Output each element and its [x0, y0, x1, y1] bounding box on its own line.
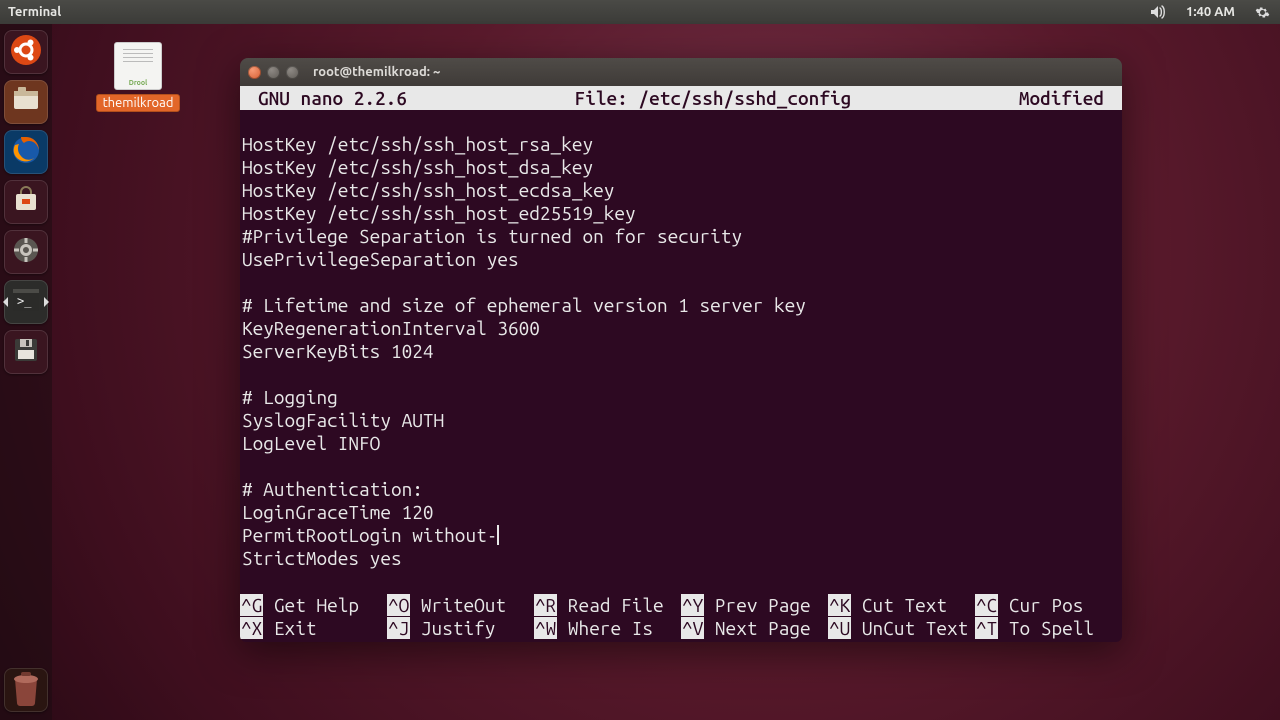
editor-line: KeyRegenerationInterval 3600	[242, 317, 1120, 340]
launcher-software[interactable]	[4, 180, 48, 224]
editor-line: ServerKeyBits 1024	[242, 340, 1120, 363]
nano-status: Modified	[1019, 86, 1104, 110]
editor-line: StrictModes yes	[242, 547, 1120, 570]
shortcut-key: ^X	[240, 617, 263, 639]
launcher-dash[interactable]	[4, 30, 48, 74]
shortcut-label: UnCut Text	[862, 617, 968, 639]
shortcut-key: ^O	[387, 594, 410, 616]
editor-line	[242, 271, 1120, 294]
shortcut-key: ^K	[828, 594, 851, 616]
editor-line: HostKey /etc/ssh/ssh_host_ecdsa_key	[242, 179, 1120, 202]
editor-line: #Privilege Separation is turned on for s…	[242, 225, 1120, 248]
terminal-icon: >_	[11, 285, 41, 319]
desktop-file-icon[interactable]: Drool themilkroad	[100, 42, 176, 112]
nano-shortcut: ^V Next Page	[681, 617, 828, 640]
floppy-icon	[12, 336, 40, 368]
launcher-trash[interactable]	[4, 668, 48, 712]
shortcut-key: ^V	[681, 617, 704, 639]
launcher-terminal[interactable]: >_	[4, 280, 48, 324]
nano-shortcut: ^T To Spell	[975, 617, 1122, 640]
editor-line: # Logging	[242, 386, 1120, 409]
editor-line: HostKey /etc/ssh/ssh_host_rsa_key	[242, 133, 1120, 156]
files-icon	[11, 85, 41, 119]
editor-line: SyslogFacility AUTH	[242, 409, 1120, 432]
editor-line	[242, 455, 1120, 478]
launcher-settings[interactable]	[4, 230, 48, 274]
shortcut-label: Cut Text	[862, 594, 947, 616]
shortcut-key: ^U	[828, 617, 851, 639]
shortcut-key: ^W	[534, 617, 557, 639]
editor-line	[242, 110, 1120, 133]
firefox-icon	[11, 135, 41, 169]
active-app-title: Terminal	[0, 5, 61, 19]
shortcut-key: ^Y	[681, 594, 704, 616]
shortcut-label: Justify	[421, 617, 495, 639]
editor-line: # Lifetime and size of ephemeral version…	[242, 294, 1120, 317]
launcher-disk[interactable]	[4, 330, 48, 374]
nano-shortcut: ^U UnCut Text	[828, 617, 975, 640]
nano-shortcut: ^O WriteOut	[387, 594, 534, 617]
shortcut-key: ^J	[387, 617, 410, 639]
top-panel: Terminal 1:40 AM	[0, 0, 1280, 24]
editor-line: HostKey /etc/ssh/ssh_host_ed25519_key	[242, 202, 1120, 225]
launcher-firefox[interactable]	[4, 130, 48, 174]
nano-shortcut-bar: ^G Get Help^O WriteOut^R Read File^Y Pre…	[240, 594, 1122, 642]
editor-line	[242, 363, 1120, 386]
nano-shortcut: ^Y Prev Page	[681, 594, 828, 617]
file-glyph-icon: Drool	[114, 42, 162, 90]
shortcut-key: ^R	[534, 594, 557, 616]
gear-icon	[11, 235, 41, 269]
nano-shortcut: ^W Where Is	[534, 617, 681, 640]
shortcut-label: Prev Page	[715, 594, 811, 616]
session-gear-icon[interactable]	[1245, 5, 1280, 20]
shortcut-label: Exit	[274, 617, 317, 639]
window-titlebar[interactable]: root@themilkroad: ~	[240, 58, 1122, 86]
shortcut-key: ^C	[975, 594, 998, 616]
shortcut-label: Read File	[568, 594, 664, 616]
desktop-file-label: themilkroad	[96, 94, 181, 112]
editor-line: HostKey /etc/ssh/ssh_host_dsa_key	[242, 156, 1120, 179]
shortcut-key: ^T	[975, 617, 998, 639]
window-title: root@themilkroad: ~	[313, 65, 440, 79]
nano-content[interactable]: HostKey /etc/ssh/ssh_host_rsa_keyHostKey…	[240, 110, 1122, 570]
window-close-button[interactable]	[248, 66, 261, 79]
nano-editor-name: GNU nano 2.2.6	[258, 86, 407, 110]
nano-header: GNU nano 2.2.6 File: /etc/ssh/sshd_confi…	[240, 86, 1122, 110]
editor-line: UsePrivilegeSeparation yes	[242, 248, 1120, 271]
shortcut-label: Where Is	[568, 617, 653, 639]
nano-shortcut: ^G Get Help	[240, 594, 387, 617]
nano-shortcut: ^J Justify	[387, 617, 534, 640]
nano-shortcut: ^R Read File	[534, 594, 681, 617]
ubuntu-icon	[10, 34, 42, 70]
trash-icon	[9, 669, 43, 711]
text-cursor	[497, 525, 499, 545]
nano-file-label: File: /etc/ssh/sshd_config	[407, 86, 1019, 110]
editor-line: LoginGraceTime 120	[242, 501, 1120, 524]
launcher-files[interactable]	[4, 80, 48, 124]
clock[interactable]: 1:40 AM	[1176, 5, 1245, 19]
editor-line: LogLevel INFO	[242, 432, 1120, 455]
shortcut-label: Get Help	[274, 594, 359, 616]
shortcut-label: Next Page	[715, 617, 811, 639]
nano-shortcut: ^C Cur Pos	[975, 594, 1122, 617]
shortcut-label: To Spell	[1009, 617, 1094, 639]
shortcut-key: ^G	[240, 594, 263, 616]
window-maximize-button[interactable]	[286, 66, 299, 79]
unity-launcher: >_	[0, 24, 52, 720]
shortcut-label: WriteOut	[421, 594, 506, 616]
window-minimize-button[interactable]	[267, 66, 280, 79]
bag-icon	[12, 186, 40, 218]
terminal-body[interactable]: GNU nano 2.2.6 File: /etc/ssh/sshd_confi…	[240, 86, 1122, 642]
svg-text:>_: >_	[17, 294, 32, 308]
sound-indicator-icon[interactable]	[1140, 5, 1176, 19]
editor-line: PermitRootLogin without-	[242, 524, 1120, 547]
terminal-window: root@themilkroad: ~ GNU nano 2.2.6 File:…	[240, 58, 1122, 642]
nano-shortcut: ^K Cut Text	[828, 594, 975, 617]
nano-shortcut: ^X Exit	[240, 617, 387, 640]
shortcut-label: Cur Pos	[1009, 594, 1083, 616]
editor-line: # Authentication:	[242, 478, 1120, 501]
